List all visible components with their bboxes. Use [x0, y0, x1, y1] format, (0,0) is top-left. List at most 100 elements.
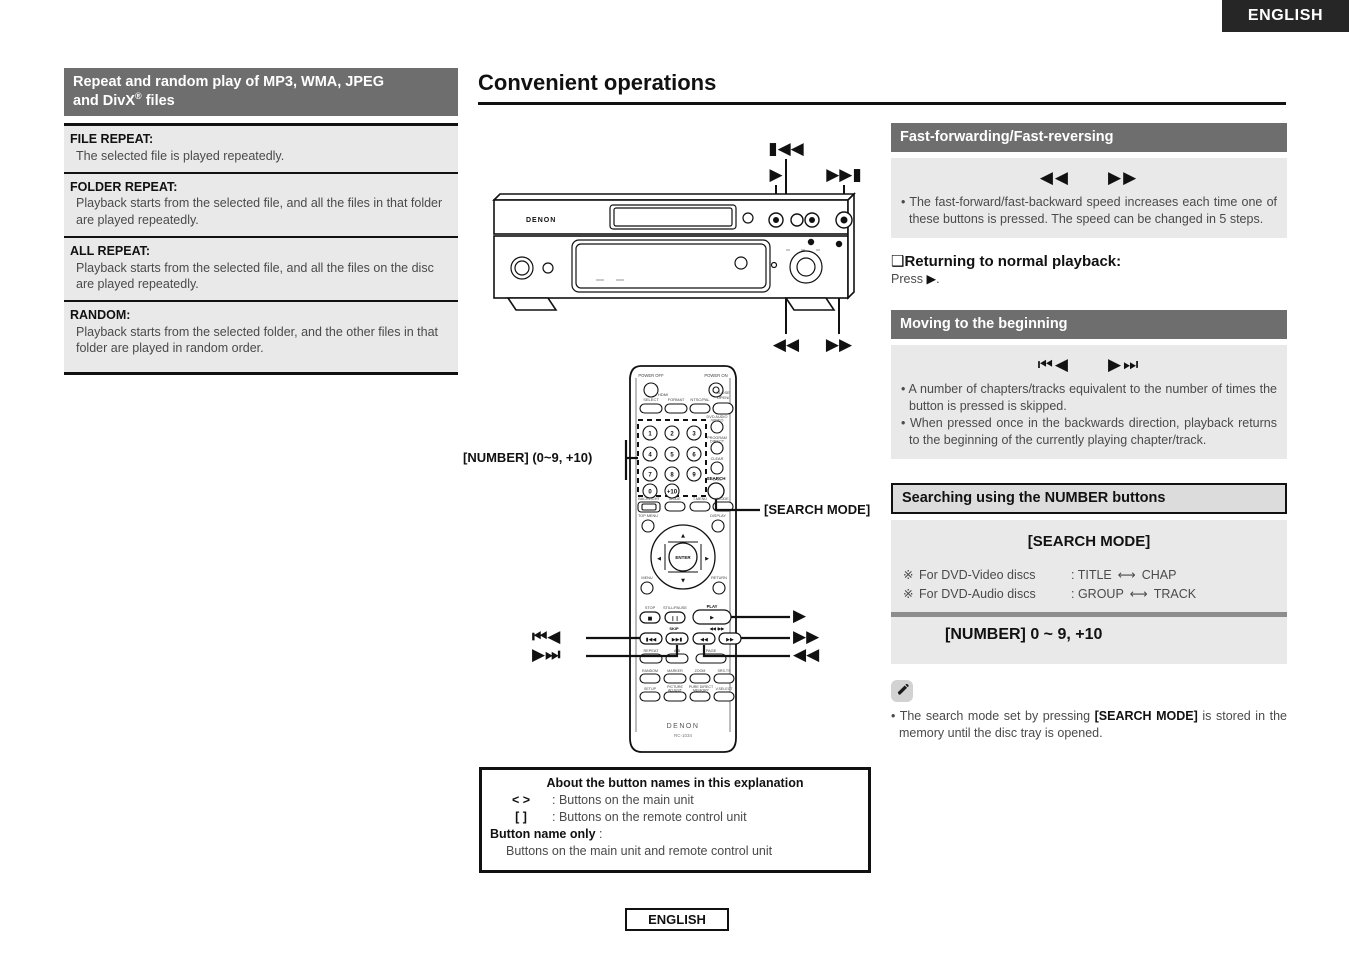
- repeat-random-header: Repeat and random play of MP3, WMA, JPEG…: [64, 68, 458, 117]
- front-panel-illustration: ▮◀◀ ▶ ▶▶▮ ◀◀ ▶▶ DENON: [492, 139, 862, 355]
- callout-skip-back-glyph: ⏮◀: [532, 627, 561, 647]
- repeat-desc: Playback starts from the selected file, …: [76, 260, 434, 292]
- legend-text: : Buttons on the remote control unit: [552, 809, 747, 824]
- legend-row: [ ] : Buttons on the remote control unit: [490, 809, 860, 826]
- list-item: FOLDER REPEAT: Playback starts from the …: [64, 171, 458, 236]
- svg-text:ZOOM: ZOOM: [695, 669, 706, 673]
- right-column: Fast-forwarding/Fast-reversing ◀◀ ▶▶ • T…: [891, 123, 1287, 743]
- svg-text:TOP MENU: TOP MENU: [638, 514, 658, 518]
- callout-ff-glyph: ▶▶: [793, 627, 820, 647]
- svg-text:❙❙: ❙❙: [671, 616, 679, 622]
- footer-language-label: ENGLISH: [625, 908, 729, 931]
- svg-text:DIRECT: DIRECT: [710, 440, 725, 444]
- legend-title: About the button names in this explanati…: [546, 776, 804, 790]
- svg-text:RANDOM: RANDOM: [642, 669, 658, 673]
- search-mode-value-a: : TITLE: [1071, 568, 1112, 583]
- language-tab: ENGLISH: [1222, 0, 1349, 32]
- front-panel-figure: ▮◀◀ ▶ ▶▶▮ ◀◀ ▶▶ DENON: [486, 132, 876, 362]
- ff-fr-bullet: • The fast-forward/fast-backward speed i…: [901, 195, 1277, 227]
- repeat-term: RANDOM:: [70, 307, 131, 322]
- svg-text:V.SELECT: V.SELECT: [715, 687, 733, 691]
- svg-text:▶▶▮: ▶▶▮: [672, 637, 683, 643]
- note-mark-icon: ※: [903, 587, 914, 601]
- header-gap: [64, 116, 458, 123]
- svg-text:MEMORY: MEMORY: [693, 689, 710, 693]
- searching-header: Searching using the NUMBER buttons: [891, 483, 1287, 515]
- svg-text:MODE: MODE: [669, 497, 681, 501]
- legend-row: < > : Buttons on the main unit: [490, 792, 860, 809]
- svg-text:CLOSE: CLOSE: [716, 390, 730, 395]
- search-mode-value-b: TRACK: [1153, 587, 1197, 601]
- note-mark-icon: ※: [903, 568, 914, 583]
- list-bottom-pad: [64, 364, 458, 372]
- moving-bullet: • A number of chapters/tracks equivalent…: [901, 382, 1277, 414]
- legend-only-colon: :: [599, 826, 603, 841]
- note-text-bold: [SEARCH MODE]: [1094, 708, 1198, 723]
- search-mode-row: ※ For DVD-Audio discs : GROUP ⟷ TRACK: [903, 585, 1275, 604]
- repeat-term: ALL REPEAT:: [70, 243, 151, 258]
- remote-brand-logo: DENON: [667, 723, 700, 730]
- pencil-glyph: [896, 684, 909, 696]
- pencil-icon: [891, 679, 913, 702]
- legend-only-line: Button name only :: [490, 826, 860, 844]
- search-mode-label: [SEARCH MODE]: [1027, 533, 1151, 551]
- svg-text:MARKER: MARKER: [667, 669, 683, 673]
- disc-type-label: For DVD-Video discs: [919, 568, 1036, 583]
- svg-text:ENTER: ENTER: [675, 555, 691, 560]
- svg-text:STOP: STOP: [645, 606, 656, 610]
- svg-text:▮◀◀: ▮◀◀: [646, 637, 657, 643]
- svg-text:ADJUST: ADJUST: [668, 689, 683, 693]
- callout-play-glyph: ▶: [793, 606, 807, 626]
- svg-text:SRS.TS: SRS.TS: [718, 669, 732, 673]
- svg-text:POWER OFF: POWER OFF: [638, 373, 664, 378]
- svg-text:▶▶: ▶▶: [726, 637, 734, 643]
- callout-search-mode-label: [SEARCH MODE]: [764, 502, 871, 517]
- callout-skip-fwd-glyph: ▶⏭: [532, 645, 561, 665]
- svg-text:SELECT: SELECT: [643, 397, 659, 402]
- svg-text:NTSC/PAL: NTSC/PAL: [690, 397, 710, 402]
- legend-symbol: < >: [511, 793, 531, 807]
- repeat-desc: The selected file is played repeatedly.: [76, 148, 285, 163]
- legend-only-label: Button name only: [490, 826, 596, 841]
- repeat-random-header-line1: Repeat and random play of MP3, WMA, JPEG: [73, 74, 384, 90]
- svg-text:SKIP: SKIP: [669, 626, 679, 631]
- svg-text:T.MENU: T.MENU: [693, 497, 707, 501]
- ff-fr-glyphs: ◀◀ ▶▶: [1039, 168, 1139, 189]
- page-title: Convenient operations: [478, 70, 1286, 105]
- svg-text:■: ■: [648, 616, 653, 622]
- svg-text:▲: ▲: [681, 533, 685, 539]
- number-range-label: [NUMBER] 0 ~ 9, +10: [945, 625, 1103, 643]
- list-item: FILE REPEAT: The selected file is played…: [64, 123, 458, 172]
- svg-text:▶: ▶: [710, 615, 714, 621]
- svg-text:▶: ▶: [705, 556, 709, 562]
- brand-logo: DENON: [526, 217, 556, 224]
- repeat-random-section: Repeat and random play of MP3, WMA, JPEG…: [64, 68, 458, 375]
- repeat-term: FILE REPEAT:: [70, 132, 154, 147]
- note-text-a: • The search mode set by pressing: [891, 708, 1095, 723]
- svg-text:FORMAT: FORMAT: [668, 397, 685, 402]
- callout-number-label: [NUMBER] (0~9, +10): [463, 450, 593, 465]
- gap: [891, 286, 1287, 310]
- remote-model-label: RC-1034: [674, 733, 693, 738]
- svg-text:REPEAT: REPEAT: [644, 649, 660, 653]
- svg-text:STILL/PAUSE: STILL/PAUSE: [663, 606, 687, 610]
- legend-only-text: Buttons on the main unit and remote cont…: [506, 844, 773, 859]
- double-arrow-icon: ⟷: [1129, 586, 1148, 601]
- remote-control-illustration: POWER OFF POWER ON SELECT FORMAT HDMI NT…: [586, 365, 790, 753]
- note-block: • The search mode set by pressing [SEARC…: [891, 679, 1287, 743]
- callout-skip-fwd-glyph: ▶▶▮: [826, 165, 862, 185]
- ff-fr-header: Fast-forwarding/Fast-reversing: [891, 123, 1287, 153]
- number-panel: [NUMBER] 0 ~ 9, +10: [891, 616, 1287, 664]
- svg-text:◀◀ /▶▶: ◀◀ /▶▶: [709, 626, 725, 631]
- svg-text:▼: ▼: [681, 578, 685, 584]
- legend-text: : Buttons on the main unit: [552, 793, 694, 807]
- button-name-legend-box: About the button names in this explanati…: [479, 767, 871, 873]
- svg-text:BACKLIGHT: BACKLIGHT: [638, 497, 660, 501]
- returning-subheading-text: Returning to normal playback:: [904, 253, 1122, 271]
- returning-note-suffix: .: [936, 272, 940, 287]
- gap: [891, 459, 1287, 483]
- play-glyph-icon: ▶: [926, 271, 937, 287]
- search-mode-row: ※ For DVD-Video discs : TITLE ⟷ CHAP: [903, 566, 1275, 585]
- search-mode-panel: [SEARCH MODE] ※ For DVD-Video discs : TI…: [891, 520, 1287, 612]
- repeat-random-header-line2a: and DivX: [73, 92, 136, 109]
